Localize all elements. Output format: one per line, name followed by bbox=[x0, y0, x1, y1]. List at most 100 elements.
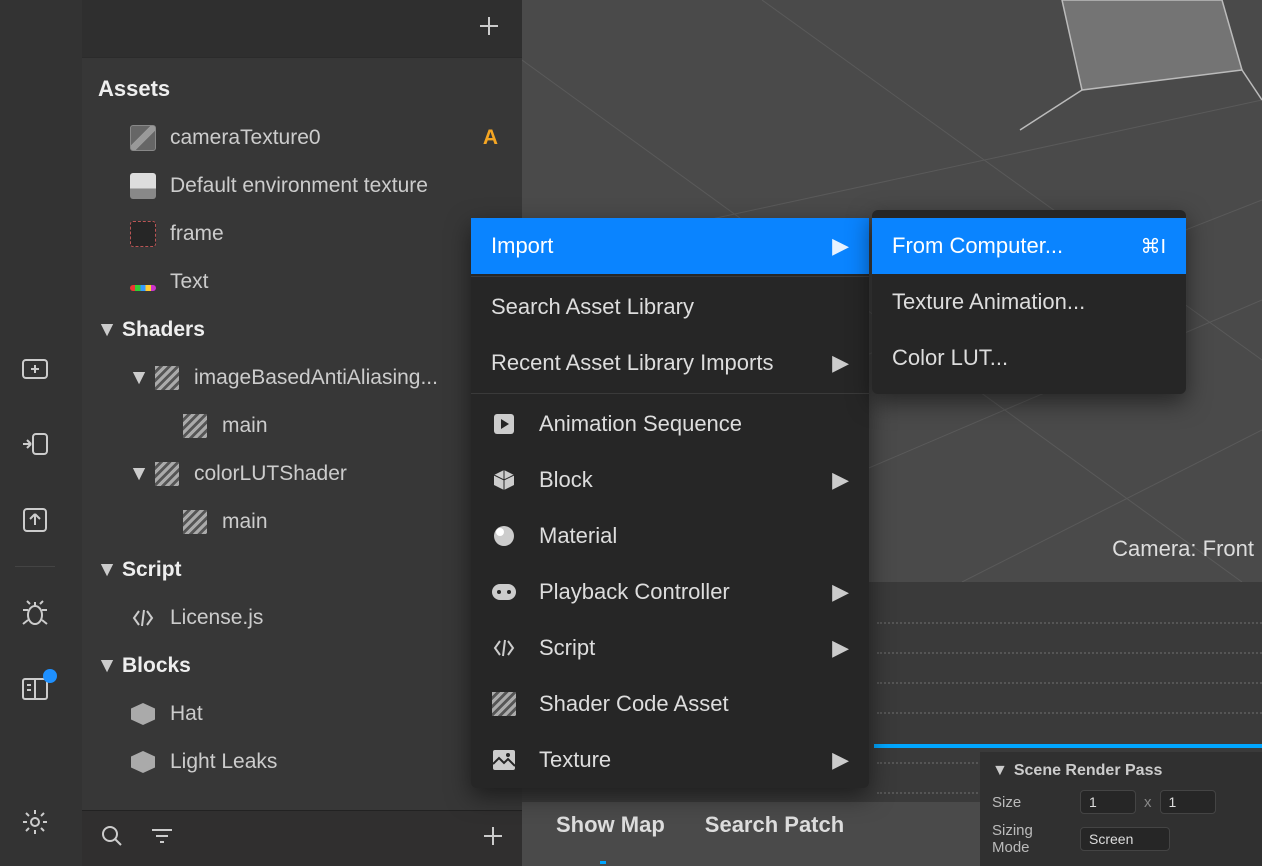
add-top-icon[interactable] bbox=[478, 13, 500, 44]
menu-label: Color LUT... bbox=[892, 345, 1166, 371]
shader-entry-main[interactable]: main bbox=[82, 402, 522, 450]
add-asset-icon[interactable] bbox=[482, 825, 504, 853]
frame-icon bbox=[130, 221, 156, 247]
size-x-field[interactable]: 1 bbox=[1080, 790, 1136, 814]
chevron-right-icon: ▶ bbox=[832, 350, 849, 376]
chevron-right-icon: ▶ bbox=[832, 467, 849, 493]
import-device-icon[interactable] bbox=[19, 428, 51, 460]
play-icon bbox=[491, 411, 517, 437]
settings-gear-icon[interactable] bbox=[19, 806, 51, 838]
asset-item-env-texture[interactable]: Default environment texture bbox=[82, 162, 522, 210]
block-icon bbox=[491, 467, 517, 493]
timeline-track[interactable] bbox=[874, 744, 1262, 748]
block-item-hat[interactable]: Hat bbox=[82, 690, 522, 738]
filter-icon[interactable] bbox=[150, 826, 174, 852]
size-y-field[interactable]: 1 bbox=[1160, 790, 1216, 814]
menu-label: From Computer... bbox=[892, 233, 1118, 259]
asset-label: License.js bbox=[170, 606, 522, 630]
asset-label: Default environment texture bbox=[170, 174, 522, 198]
context-menu: Import ▶ Search Asset Library Recent Ass… bbox=[471, 218, 869, 788]
shader-icon bbox=[182, 509, 208, 535]
bug-icon[interactable] bbox=[19, 597, 51, 629]
search-icon[interactable] bbox=[100, 824, 124, 854]
inspector-scene-render-pass: ▼ Scene Render Pass Size 1 x 1 Sizing Mo… bbox=[980, 752, 1262, 866]
menu-item-playback-controller[interactable]: Playback Controller ▶ bbox=[471, 564, 869, 620]
submenu-item-from-computer[interactable]: From Computer... ⌘I bbox=[872, 218, 1186, 274]
assets-tree: cameraTexture0 A Default environment tex… bbox=[82, 110, 522, 786]
asset-badge: A bbox=[483, 126, 498, 150]
menu-label: Animation Sequence bbox=[539, 411, 849, 437]
script-item-license[interactable]: License.js bbox=[82, 594, 522, 642]
menu-item-search-asset-library[interactable]: Search Asset Library bbox=[471, 279, 869, 335]
shader-icon bbox=[154, 461, 180, 487]
section-label: Script bbox=[122, 558, 522, 582]
submenu-item-color-lut[interactable]: Color LUT... bbox=[872, 330, 1186, 386]
menu-item-block[interactable]: Block ▶ bbox=[471, 452, 869, 508]
asset-item-cameratexture[interactable]: cameraTexture0 A bbox=[82, 114, 522, 162]
export-icon[interactable] bbox=[19, 504, 51, 536]
dimension-separator: x bbox=[1144, 794, 1152, 811]
keyboard-shortcut: ⌘I bbox=[1140, 234, 1166, 259]
import-submenu: From Computer... ⌘I Texture Animation...… bbox=[872, 210, 1186, 394]
assets-header: Assets bbox=[82, 58, 522, 110]
camera-label: Camera: Front bbox=[1112, 536, 1254, 562]
menu-label: Texture bbox=[539, 747, 810, 773]
left-icon-rail bbox=[0, 0, 70, 866]
menu-item-material[interactable]: Material bbox=[471, 508, 869, 564]
new-folder-icon[interactable] bbox=[19, 352, 51, 384]
block-icon bbox=[130, 701, 156, 727]
menu-item-shader-code-asset[interactable]: Shader Code Asset bbox=[471, 676, 869, 732]
shader-icon bbox=[154, 365, 180, 391]
inspector-title: Scene Render Pass bbox=[1014, 762, 1163, 780]
asset-label: frame bbox=[170, 222, 522, 246]
texture-icon bbox=[491, 747, 517, 773]
script-icon bbox=[491, 635, 517, 661]
menu-label: Block bbox=[539, 467, 810, 493]
section-shaders[interactable]: ▼ Shaders bbox=[82, 306, 522, 354]
section-script[interactable]: ▼ Script bbox=[82, 546, 522, 594]
disclosure-triangle-icon: ▼ bbox=[130, 366, 148, 390]
menu-item-import[interactable]: Import ▶ bbox=[471, 218, 869, 274]
disclosure-triangle-icon: ▼ bbox=[98, 654, 116, 678]
menu-label: Shader Code Asset bbox=[539, 691, 849, 717]
environment-texture-icon bbox=[130, 173, 156, 199]
menu-label: Playback Controller bbox=[539, 579, 810, 605]
tab-show-map[interactable]: Show Map bbox=[556, 812, 665, 838]
script-icon bbox=[130, 605, 156, 631]
menu-label: Texture Animation... bbox=[892, 289, 1166, 315]
chevron-right-icon: ▶ bbox=[832, 233, 849, 259]
shader-entry-main[interactable]: main bbox=[82, 498, 522, 546]
asset-label: cameraTexture0 bbox=[170, 126, 483, 150]
shader-item-colorlut[interactable]: ▼ colorLUTShader bbox=[82, 450, 522, 498]
library-icon[interactable] bbox=[19, 673, 51, 705]
material-icon bbox=[491, 523, 517, 549]
block-icon bbox=[130, 749, 156, 775]
tab-search-patch[interactable]: Search Patch bbox=[705, 812, 844, 838]
chevron-right-icon: ▶ bbox=[832, 747, 849, 773]
text-sequence-icon bbox=[130, 269, 156, 295]
asset-label: Light Leaks bbox=[170, 750, 522, 774]
submenu-item-texture-animation[interactable]: Texture Animation... bbox=[872, 274, 1186, 330]
disclosure-triangle-icon: ▼ bbox=[98, 558, 116, 582]
menu-item-recent-imports[interactable]: Recent Asset Library Imports ▶ bbox=[471, 335, 869, 391]
menu-label: Search Asset Library bbox=[491, 294, 849, 320]
asset-item-text[interactable]: Text bbox=[82, 258, 522, 306]
chevron-right-icon: ▶ bbox=[832, 579, 849, 605]
size-label: Size bbox=[992, 794, 1072, 811]
asset-label: Text bbox=[170, 270, 522, 294]
disclosure-triangle-icon[interactable]: ▼ bbox=[992, 762, 1008, 780]
assets-panel: Assets cameraTexture0 A Default environm… bbox=[82, 0, 522, 866]
shader-item-imagebased[interactable]: ▼ imageBasedAntiAliasing... bbox=[82, 354, 522, 402]
block-item-light-leaks[interactable]: Light Leaks bbox=[82, 738, 522, 786]
menu-label: Script bbox=[539, 635, 810, 661]
assets-bottom-bar bbox=[82, 810, 522, 866]
section-blocks[interactable]: ▼ Blocks bbox=[82, 642, 522, 690]
asset-item-frame[interactable]: frame bbox=[82, 210, 522, 258]
disclosure-triangle-icon: ▼ bbox=[130, 462, 148, 486]
section-label: Shaders bbox=[122, 318, 522, 342]
asset-label: Hat bbox=[170, 702, 522, 726]
menu-item-script[interactable]: Script ▶ bbox=[471, 620, 869, 676]
sizing-mode-select[interactable]: Screen bbox=[1080, 827, 1170, 851]
menu-item-animation-sequence[interactable]: Animation Sequence bbox=[471, 396, 869, 452]
menu-item-texture[interactable]: Texture ▶ bbox=[471, 732, 869, 788]
